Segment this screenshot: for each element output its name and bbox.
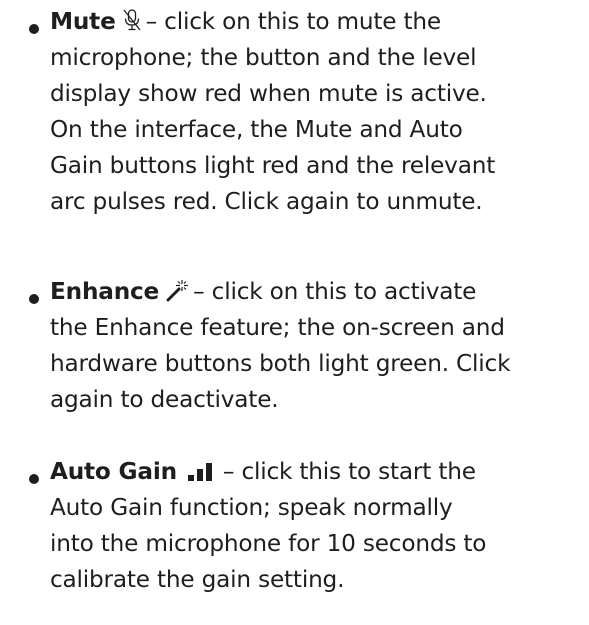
magic-wand-icon (165, 277, 189, 313)
auto-gain-line-1: Auto Gain – click this to start the (50, 454, 586, 490)
auto-gain-line-2: Auto Gain function; speak normally (50, 494, 453, 521)
mute-line-4: On the interface, the Mute and Auto (50, 116, 463, 143)
mute-line-1: Mute – click on this to mute the (50, 4, 586, 40)
level-bars-icon (187, 457, 215, 493)
mute-line-3: display show red when mute is active. (50, 80, 487, 107)
auto-gain-description: Auto Gain – click this to start the Auto… (50, 454, 586, 598)
enhance-description: Enhance – click on this to activate the … (50, 274, 586, 418)
enhance-line-4: again to deactivate. (50, 386, 279, 413)
mute-line-6: arc pulses red. Click again to unmute. (50, 188, 483, 215)
auto-gain-line-1-text: – click this to start the (222, 458, 476, 485)
document-page: Mute – click on this to mute the microph… (0, 0, 589, 625)
enhance-line-1-text: – click on this to activate (193, 278, 477, 305)
mute-line-2: microphone; the button and the level (50, 44, 477, 71)
mute-term: Mute (50, 8, 116, 35)
mute-line-5: Gain buttons light red and the relevant (50, 152, 496, 179)
enhance-term: Enhance (50, 278, 160, 305)
bullet-dot (29, 294, 39, 304)
muted-microphone-icon (122, 7, 142, 43)
auto-gain-line-3: into the microphone for 10 seconds to (50, 530, 487, 557)
enhance-line-2: the Enhance feature; the on-screen and (50, 314, 505, 341)
bullet-dot (29, 24, 39, 34)
mute-line-1-text: – click on this to mute the (145, 8, 442, 35)
enhance-line-1: Enhance – click on this to activate (50, 274, 586, 310)
bullet-dot (29, 474, 39, 484)
mute-description: Mute – click on this to mute the microph… (50, 4, 586, 220)
auto-gain-line-4: calibrate the gain setting. (50, 566, 345, 593)
auto-gain-term: Auto Gain (50, 458, 177, 485)
enhance-line-3: hardware buttons both light green. Click (50, 350, 511, 377)
